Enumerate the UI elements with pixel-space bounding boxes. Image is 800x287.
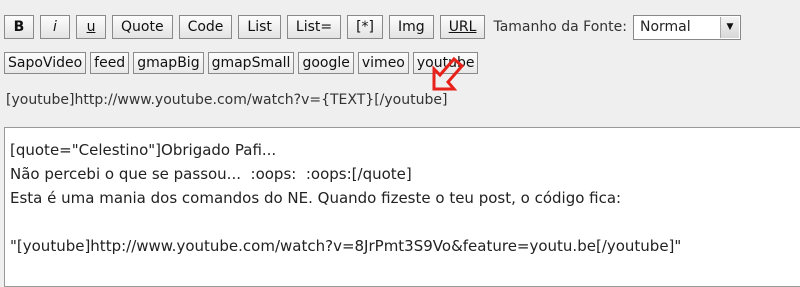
img-button[interactable]: Img <box>389 15 434 39</box>
arrow-icon <box>432 56 465 91</box>
sapovideo-button[interactable]: SapoVideo <box>4 52 87 74</box>
font-size-label: Tamanho da Fonte: <box>493 19 627 35</box>
vimeo-button[interactable]: vimeo <box>357 52 409 74</box>
quote-button[interactable]: Quote <box>112 15 173 39</box>
gmapbig-button[interactable]: gmapBig <box>133 52 204 74</box>
bbcode-hint: [youtube]http://www.youtube.com/watch?v=… <box>6 92 448 108</box>
message-textarea[interactable]: [quote="Celestino"]Obrigado Pafi... Não … <box>4 127 800 287</box>
editor-line: [quote="Celestino"]Obrigado Pafi... <box>10 141 277 159</box>
url-button[interactable]: URL <box>439 15 486 39</box>
google-button[interactable]: google <box>298 52 354 74</box>
chevron-down-icon: ▼ <box>720 16 739 38</box>
gmapsmall-button[interactable]: gmapSmall <box>207 52 295 74</box>
code-button[interactable]: Code <box>178 15 233 39</box>
underline-button[interactable]: u <box>76 15 106 39</box>
italic-button[interactable]: i <box>40 15 70 39</box>
list-button[interactable]: List <box>238 15 281 39</box>
font-size-value: Normal <box>640 19 691 35</box>
ordered-list-button[interactable]: List= <box>286 15 342 39</box>
bold-button[interactable]: B <box>4 15 34 39</box>
feed-button[interactable]: feed <box>90 52 130 74</box>
embed-toolbar: SapoVideo feed gmapBig gmapSmall google … <box>4 51 482 75</box>
editor-line: Não percebi o que se passou... :oops: :o… <box>10 165 412 183</box>
editor-line: Esta é uma mania dos comandos do NE. Qua… <box>10 189 622 207</box>
list-item-button[interactable]: [*] <box>347 15 384 39</box>
editor-line: "[youtube]http://www.youtube.com/watch?v… <box>10 237 682 255</box>
formatting-toolbar: B i u Quote Code List List= [*] Img URL … <box>4 14 741 40</box>
font-size-select[interactable]: Normal ▼ <box>633 14 741 40</box>
